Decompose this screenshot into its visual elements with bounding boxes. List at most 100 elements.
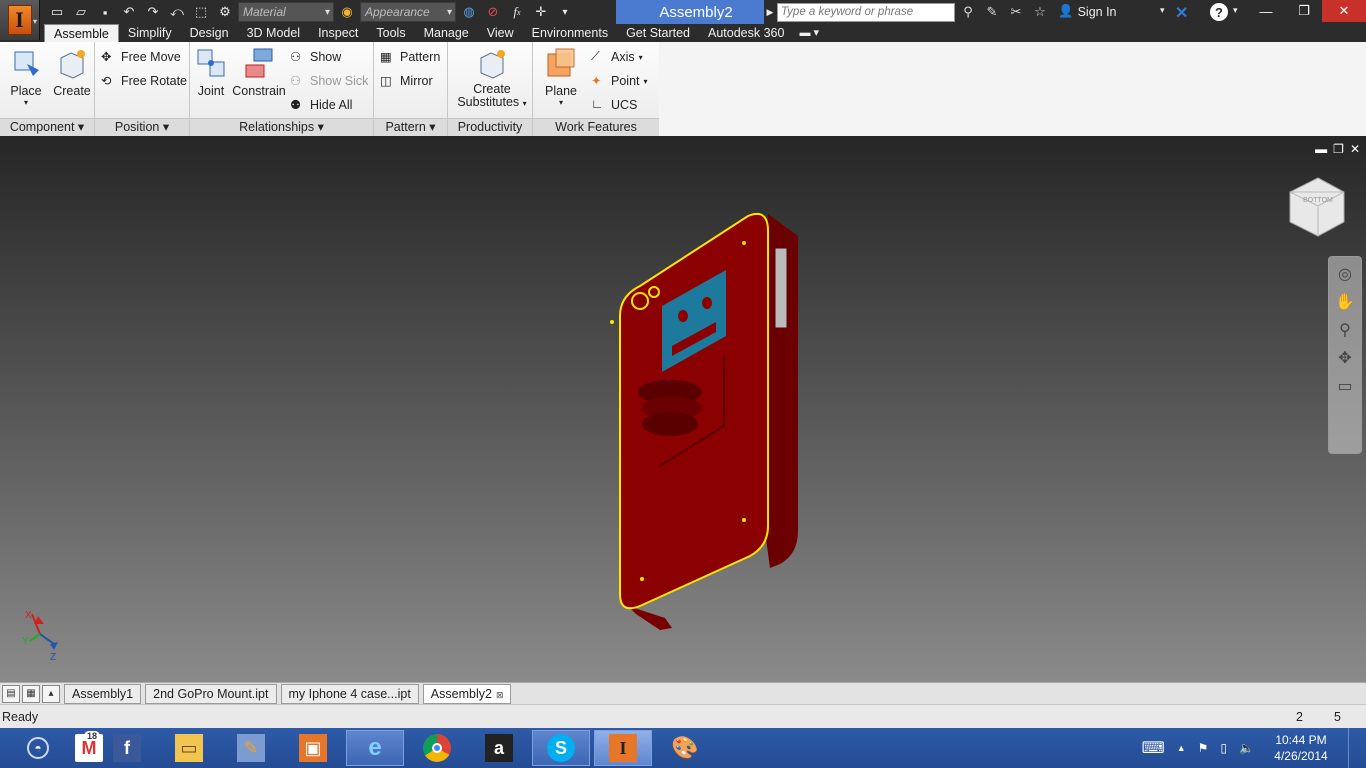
search-input[interactable]: Type a keyword or phrase	[777, 3, 955, 22]
chevron-down-icon[interactable]: ▾	[1160, 5, 1165, 16]
chevron-down-icon[interactable]: ▾	[1233, 5, 1238, 16]
media-app-taskbar-app[interactable]: ▣	[284, 730, 342, 766]
zoom-icon[interactable]: ⚲	[1332, 319, 1358, 341]
add-icon[interactable]: ✛	[530, 2, 552, 22]
close-icon[interactable]: ✕	[1322, 0, 1366, 22]
binoculars-icon[interactable]: ⚲	[958, 2, 978, 22]
undo-icon[interactable]: ↶	[118, 2, 140, 22]
pan-icon[interactable]: ✋	[1332, 291, 1358, 313]
doc-tab-assembly1[interactable]: Assembly1	[64, 683, 142, 704]
joint-button[interactable]: Joint	[194, 46, 228, 98]
tab-view[interactable]: View	[478, 24, 523, 42]
show-desktop-button[interactable]	[1348, 728, 1358, 768]
appearance-dropdown[interactable]: Appearance	[360, 2, 456, 22]
position-panel-title[interactable]: Position ▾	[95, 118, 189, 136]
adjust-appearance-icon[interactable]: ◍	[458, 2, 480, 22]
restore-icon[interactable]: ❐	[1286, 0, 1322, 22]
show-button[interactable]: ⚇ Show	[290, 47, 341, 67]
show-sick-button[interactable]: ⚇ Show Sick	[290, 71, 368, 91]
save-icon[interactable]: ▪	[94, 2, 116, 22]
mirror-button[interactable]: ◫ Mirror	[380, 71, 433, 91]
tab-autodesk-360[interactable]: Autodesk 360	[699, 24, 793, 42]
select-filter-icon[interactable]: ⬚	[190, 2, 212, 22]
new-file-icon[interactable]: ▭	[46, 2, 68, 22]
volume-icon[interactable]: 🔈	[1239, 741, 1254, 755]
component-panel-title[interactable]: Component ▾	[0, 118, 94, 136]
open-folder-icon[interactable]: ▱	[70, 2, 92, 22]
facebook-taskbar-app[interactable]: f	[98, 730, 156, 766]
tab-environments[interactable]: Environments	[523, 24, 617, 42]
free-move-button[interactable]: ✥ Free Move	[101, 47, 181, 67]
tab-assemble[interactable]: Assemble	[44, 24, 119, 42]
constrain-button[interactable]: Constrain	[232, 46, 286, 98]
favorite-star-icon[interactable]: ☆	[1030, 2, 1050, 22]
help-icon[interactable]: ?	[1210, 3, 1228, 21]
quick-access-toolbar: ▭ ▱ ▪ ↶ ↷ ⤺ ⬚ ⚙ Material ◉ Appearance ◍ …	[46, 2, 576, 22]
appearance-icon[interactable]: ◉	[336, 2, 358, 22]
tab-manage[interactable]: Manage	[415, 24, 478, 42]
amazon-taskbar-app[interactable]: a	[470, 730, 528, 766]
ribbon-display-options-icon[interactable]: ▬ ▾	[799, 24, 819, 42]
sign-in-button[interactable]: 👤 Sign In	[1058, 4, 1117, 19]
viewcube[interactable]: BOTTOM	[1289, 177, 1345, 237]
wrench-icon[interactable]: ✂	[1006, 2, 1026, 22]
exchange-apps-icon[interactable]: ✕	[1175, 3, 1193, 22]
close-icon[interactable]: ⊠	[496, 690, 504, 700]
create-substitutes-button[interactable]: Create Substitutes ▾	[454, 46, 530, 109]
clock[interactable]: 10:44 PM 4/26/2014	[1266, 732, 1336, 764]
inventor-taskbar-app[interactable]: I	[594, 730, 652, 766]
paint-taskbar-app[interactable]: 🎨	[656, 730, 714, 766]
axis-button[interactable]: ⟋ Axis ▾	[591, 47, 643, 67]
tab-get-started[interactable]: Get Started	[617, 24, 699, 42]
battery-icon[interactable]: ▯	[1220, 741, 1227, 755]
tab-tools[interactable]: Tools	[367, 24, 414, 42]
file-explorer-taskbar-app[interactable]: ▭	[160, 730, 218, 766]
ucs-button[interactable]: ∟ UCS	[591, 95, 637, 115]
hide-all-button[interactable]: ⚉ Hide All	[290, 95, 352, 115]
tab-design[interactable]: Design	[181, 24, 238, 42]
orbit-icon[interactable]: ✥	[1332, 347, 1358, 369]
action-center-flag-icon[interactable]: ⚑	[1198, 741, 1209, 755]
pattern-button[interactable]: ▦ Pattern	[380, 47, 440, 67]
status-bar: Ready 2 5	[0, 704, 1366, 728]
tab-menu-icon[interactable]: ▴	[42, 684, 60, 703]
update-icon[interactable]: ⚙	[214, 2, 236, 22]
point-button[interactable]: ✦ Point ▾	[591, 71, 648, 91]
graphics-viewport[interactable]: ▬ ❐ ✕ X Y Z BOTTOM ◎ ✋ ⚲ ✥ ▭	[0, 136, 1366, 682]
tab-3d-model[interactable]: 3D Model	[238, 24, 310, 42]
clear-appearance-icon[interactable]: ⊘	[482, 2, 504, 22]
doc-tab-gopro-mount[interactable]: 2nd GoPro Mount.ipt	[145, 683, 277, 704]
doc-tab-assembly2[interactable]: Assembly2 ⊠	[422, 683, 512, 704]
tile-windows-icon[interactable]: ▤	[2, 684, 20, 703]
doc-tab-iphone-case[interactable]: my Iphone 4 case...ipt	[280, 683, 419, 704]
customize-qat-icon[interactable]: ▾	[554, 2, 576, 22]
plane-button[interactable]: Plane ▾	[539, 46, 583, 107]
tab-inspect[interactable]: Inspect	[309, 24, 367, 42]
relationships-panel-title[interactable]: Relationships ▾	[190, 118, 373, 136]
redo-icon[interactable]: ↷	[142, 2, 164, 22]
create-button[interactable]: Create	[52, 46, 92, 98]
show-hidden-icons-icon[interactable]: ▲	[1177, 743, 1186, 753]
look-at-icon[interactable]: ▭	[1332, 375, 1358, 397]
tab-simplify[interactable]: Simplify	[119, 24, 181, 42]
sketch-app-taskbar-app[interactable]: ✎	[222, 730, 280, 766]
steering-wheel-icon[interactable]: ◎	[1332, 263, 1358, 285]
expand-arrow-icon[interactable]: ▶	[764, 0, 776, 24]
pattern-panel-title[interactable]: Pattern ▾	[374, 118, 447, 136]
model-canvas[interactable]: X Y Z BOTTOM	[0, 136, 1366, 682]
phone-case-model[interactable]	[610, 212, 798, 630]
material-dropdown[interactable]: Material	[238, 2, 334, 22]
chrome-taskbar-app[interactable]	[408, 730, 466, 766]
return-icon[interactable]: ⤺	[166, 2, 188, 22]
internet-explorer-taskbar-app[interactable]: e	[346, 730, 404, 766]
skype-taskbar-app[interactable]: S	[532, 730, 590, 766]
start-button[interactable]: ◓	[8, 730, 68, 766]
place-button[interactable]: Place ▾	[6, 46, 46, 107]
cascade-windows-icon[interactable]: ▦	[22, 684, 40, 703]
tools-icon[interactable]: ✎	[982, 2, 1002, 22]
minimize-icon[interactable]: —	[1246, 0, 1286, 22]
parameters-icon[interactable]: fx	[506, 2, 528, 22]
keyboard-icon[interactable]: ⌨	[1142, 738, 1165, 758]
application-menu-button[interactable]: I ▾	[0, 0, 40, 40]
free-rotate-button[interactable]: ⟲ Free Rotate	[101, 71, 187, 91]
